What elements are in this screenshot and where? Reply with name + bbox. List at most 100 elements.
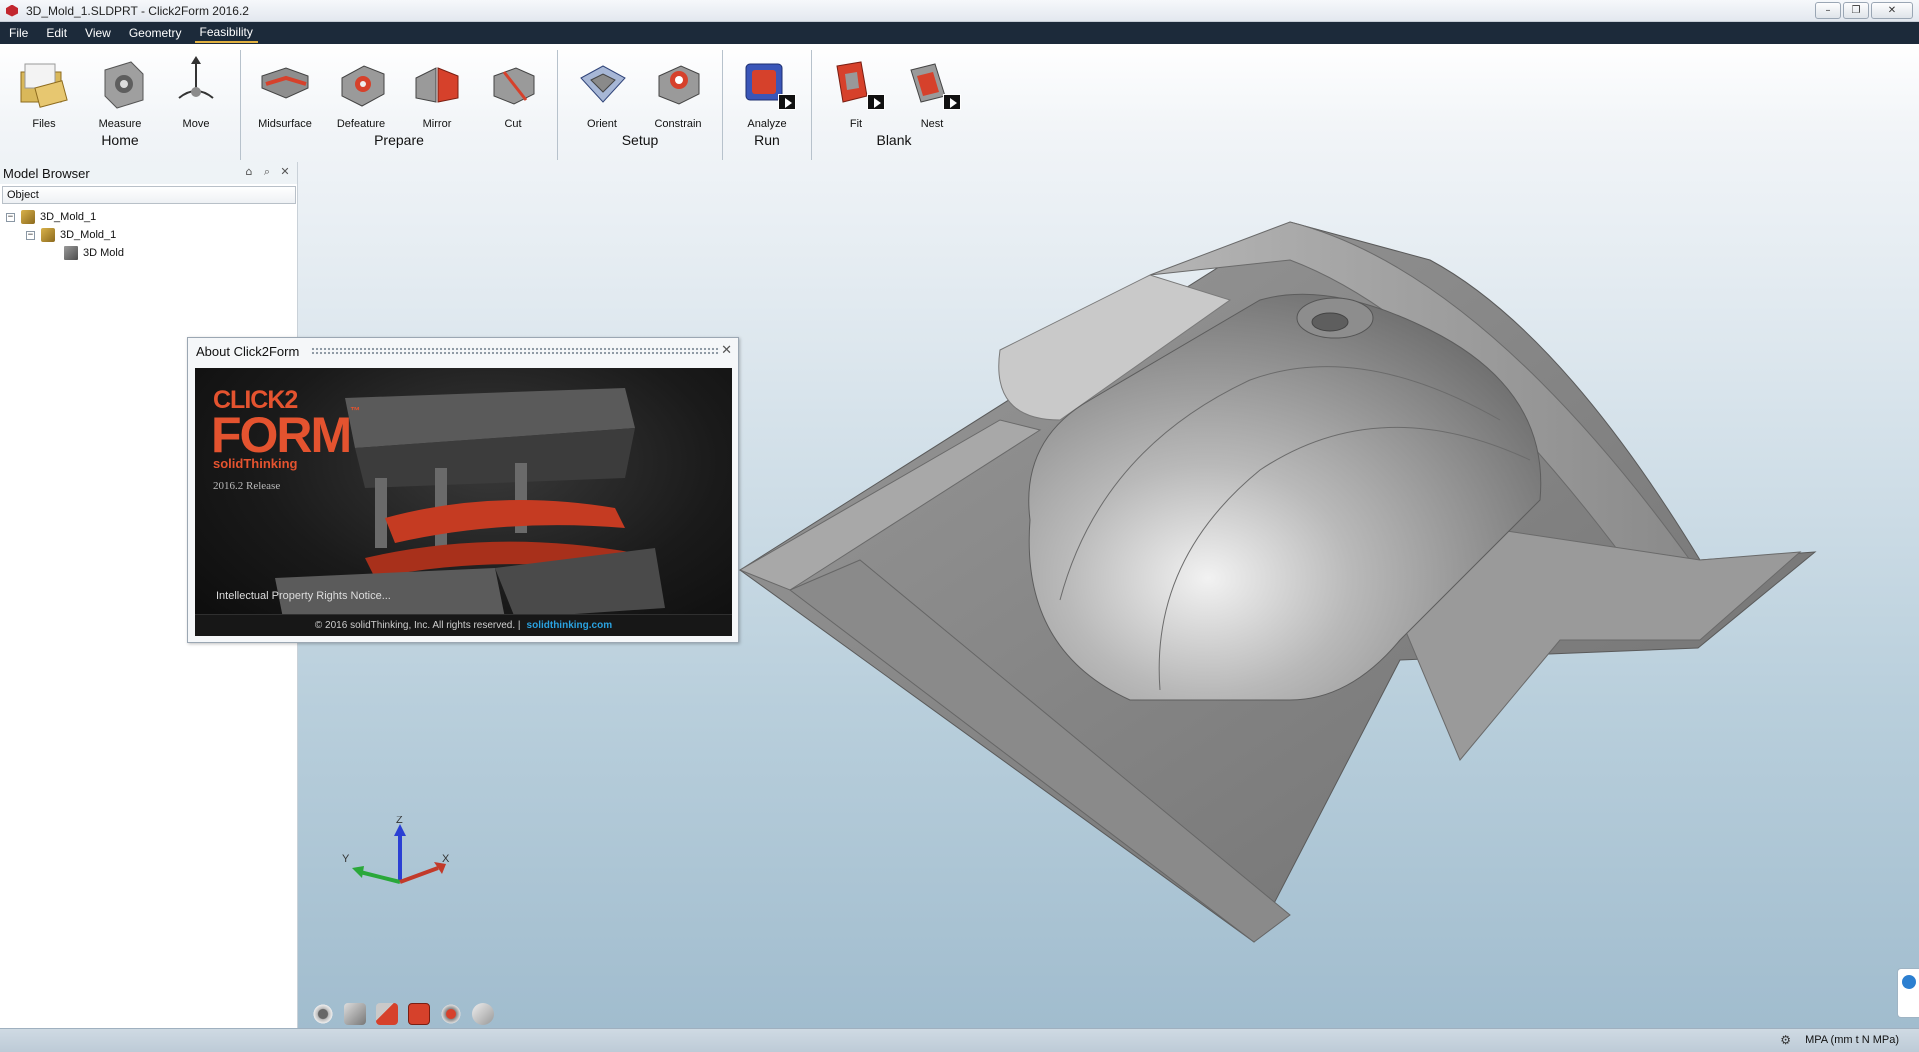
tree-item-label: 3D_Mold_1: [60, 229, 117, 241]
files-tool[interactable]: Files: [6, 50, 82, 130]
x-axis-label: X: [442, 853, 450, 865]
menu-view[interactable]: View: [80, 24, 116, 42]
menu-edit[interactable]: Edit: [41, 24, 72, 42]
view-orient-icon[interactable]: [472, 1003, 494, 1025]
tree-item-root[interactable]: − 3D_Mold_1: [0, 208, 297, 226]
move-tool[interactable]: Move: [158, 50, 234, 130]
about-dialog-title: About Click2Form: [196, 343, 300, 359]
midsurface-icon: [256, 54, 314, 112]
brand-form-text: FORM: [211, 407, 352, 463]
move-icon: [167, 54, 225, 112]
y-axis-label: Y: [342, 853, 350, 865]
collapse-toggle-icon[interactable]: −: [26, 230, 35, 240]
constrain-tool[interactable]: Constrain: [640, 50, 716, 130]
website-link[interactable]: solidthinking.com: [527, 620, 613, 631]
status-bar: ⚙ MPA (mm t N MPa): [0, 1028, 1919, 1052]
measure-tool[interactable]: Measure: [82, 50, 158, 130]
mirror-icon: [408, 54, 466, 112]
tree-item-part[interactable]: 3D Mold: [0, 244, 297, 262]
app-logo-icon: [6, 4, 18, 17]
about-dialog-header[interactable]: About Click2Form ✕: [188, 338, 738, 364]
ribbon-group-prepare: Midsurface Defeature Mirror Cut Prepare: [241, 50, 558, 160]
brand-company: solidThinking: [213, 456, 298, 471]
title-bar: 3D_Mold_1.SLDPRT - Click2Form 2016.2 – ❐…: [0, 0, 1919, 22]
fit-tool[interactable]: Fit: [818, 50, 894, 130]
visibility-eye-icon[interactable]: [312, 1003, 334, 1025]
orient-label: Orient: [587, 118, 617, 130]
analyze-tool[interactable]: Analyze: [729, 50, 805, 130]
prepare-group-label: Prepare: [374, 132, 424, 148]
unit-system-selector[interactable]: MPA (mm t N MPa): [1805, 1034, 1899, 1046]
camera-icon[interactable]: [344, 1003, 366, 1025]
nest-play-icon: [943, 94, 961, 110]
cut-icon: [484, 54, 542, 112]
minimize-button[interactable]: –: [1815, 2, 1841, 19]
ribbon: Files Measure Move Home Midsurface Defea…: [0, 50, 976, 160]
about-dialog: About Click2Form ✕ CLICK2 FORM™ solidThi…: [187, 337, 739, 643]
axis-triad: Z Y X: [342, 816, 450, 884]
move-label: Move: [182, 118, 210, 130]
trademark-mark: ™: [350, 406, 360, 417]
measure-label: Measure: [98, 118, 142, 130]
about-close-button[interactable]: ✕: [721, 343, 732, 358]
fit-label: Fit: [849, 118, 863, 130]
window-controls: – ❐ ✕: [1815, 2, 1913, 19]
menu-feasibility[interactable]: Feasibility: [194, 23, 258, 43]
settings-gear-icon[interactable]: ⚙: [1780, 1033, 1791, 1047]
blank-group-label: Blank: [876, 132, 912, 148]
run-play-icon: [778, 94, 796, 110]
pin-icon[interactable]: ⌂: [243, 166, 255, 178]
assembly-icon: [21, 210, 35, 224]
constrain-icon: [649, 54, 707, 112]
drag-grip[interactable]: [311, 347, 720, 355]
ribbon-group-home: Files Measure Move Home: [0, 50, 241, 160]
restore-button[interactable]: ❐: [1843, 2, 1869, 19]
zoom-icon[interactable]: [440, 1003, 462, 1025]
close-window-button[interactable]: ✕: [1871, 2, 1913, 19]
mirror-label: Mirror: [422, 118, 452, 130]
tree-item-label: 3D_Mold_1: [40, 211, 97, 223]
nest-tool[interactable]: Nest: [894, 50, 970, 130]
tree-item-child[interactable]: − 3D_Mold_1: [0, 226, 297, 244]
assembly-icon: [41, 228, 55, 242]
mirror-tool[interactable]: Mirror: [399, 50, 475, 130]
help-chat-tab[interactable]: [1897, 968, 1919, 1018]
constrain-label: Constrain: [654, 118, 702, 130]
copyright-text: © 2016 solidThinking, Inc. All rights re…: [314, 620, 521, 631]
defeature-label: Defeature: [336, 118, 386, 130]
measure-icon: [91, 54, 149, 112]
orient-icon: [573, 54, 631, 112]
midsurface-tool[interactable]: Midsurface: [247, 50, 323, 130]
ip-notice-link[interactable]: Intellectual Property Rights Notice...: [216, 590, 391, 602]
collapse-toggle-icon[interactable]: −: [6, 212, 15, 222]
tree-item-label: 3D Mold: [83, 247, 124, 259]
z-axis-label: Z: [396, 816, 403, 826]
release-version: 2016.2 Release: [213, 480, 281, 492]
ribbon-group-setup: Orient Constrain Setup: [558, 50, 723, 160]
defeature-tool[interactable]: Defeature: [323, 50, 399, 130]
fit-icon: [827, 54, 885, 112]
close-icon[interactable]: ✕: [279, 166, 291, 178]
search-icon[interactable]: ⌕: [261, 166, 273, 178]
midsurface-label: Midsurface: [258, 118, 312, 130]
files-label: Files: [32, 118, 56, 130]
files-icon: [15, 54, 73, 112]
setup-group-label: Setup: [621, 132, 659, 148]
orient-tool[interactable]: Orient: [564, 50, 640, 130]
home-group-label: Home: [101, 132, 139, 148]
cut-label: Cut: [504, 118, 522, 130]
nest-label: Nest: [920, 118, 944, 130]
analyze-label: Analyze: [747, 118, 787, 130]
cut-tool[interactable]: Cut: [475, 50, 551, 130]
fit-play-icon: [867, 94, 885, 110]
menu-bar: File Edit View Geometry Feasibility: [0, 22, 1919, 44]
menu-file[interactable]: File: [4, 24, 33, 42]
section-cut-icon[interactable]: [376, 1003, 398, 1025]
defeature-icon: [332, 54, 390, 112]
model-browser-header: Model Browser ⌂ ⌕ ✕: [0, 162, 297, 184]
menu-geometry[interactable]: Geometry: [124, 24, 187, 42]
window-title: 3D_Mold_1.SLDPRT - Click2Form 2016.2: [26, 3, 249, 18]
display-mode-icon[interactable]: [408, 1003, 430, 1025]
part-icon: [64, 246, 78, 260]
object-column-header[interactable]: Object: [2, 186, 296, 204]
